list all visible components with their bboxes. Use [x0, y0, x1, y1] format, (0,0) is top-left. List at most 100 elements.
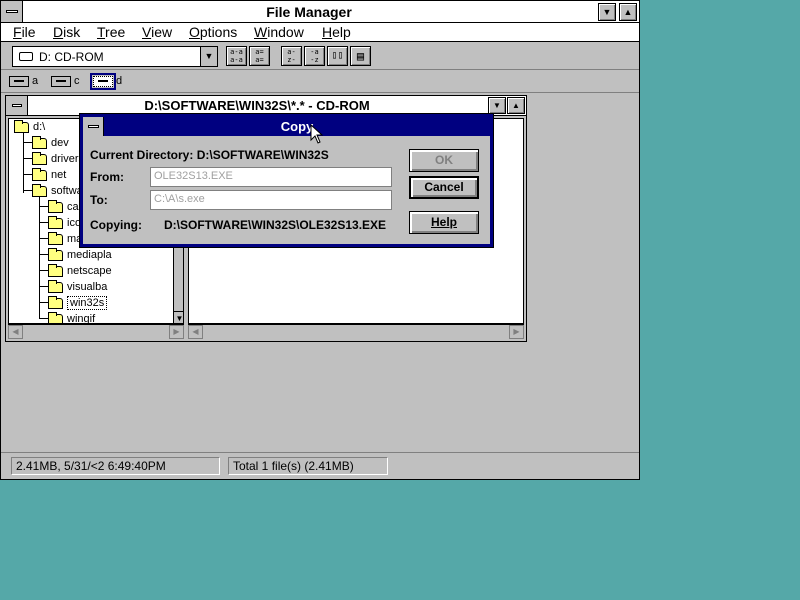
to-field[interactable]: C:\A\s.exe — [150, 190, 392, 210]
menu-options[interactable]: Options — [189, 24, 237, 40]
directory-maximize-button[interactable]: ▲ — [507, 97, 525, 114]
scroll-down-icon[interactable]: ▼ — [174, 311, 183, 323]
status-total: Total 1 file(s) (2.41MB) — [228, 457, 388, 475]
current-directory-label: Current Directory: — [90, 148, 194, 162]
maximize-icon: ▲ — [512, 101, 520, 110]
folder-icon — [48, 215, 63, 229]
copying-label: Copying: — [90, 218, 142, 232]
tree-item-ma[interactable]: ma — [48, 231, 82, 246]
copy-system-menu-button[interactable] — [83, 117, 104, 136]
menu-tree-accel: T — [97, 24, 106, 40]
tree-item-label: dev — [51, 137, 69, 149]
sort-by-name-icon: a- z- — [287, 48, 296, 64]
sort-by-type-button[interactable]: -a -z — [304, 46, 325, 66]
ok-button[interactable]: OK — [409, 149, 479, 172]
menu-help[interactable]: Help — [322, 24, 351, 40]
drive-a[interactable]: a — [7, 72, 40, 90]
tree-item-label: cal — [67, 201, 82, 213]
tree-item-label-selected: win32s — [67, 296, 108, 310]
tree-item-software[interactable]: softwa — [32, 183, 83, 198]
mouse-cursor-icon — [310, 124, 324, 144]
system-menu-icon — [88, 125, 99, 128]
menu-view-rest: iew — [151, 24, 173, 40]
drive-d-label: d — [116, 75, 123, 87]
directory-title-bar[interactable]: D:\SOFTWARE\WIN32S\*.* - CD-ROM ▼ ▲ — [6, 96, 526, 116]
sort-by-name-button[interactable]: a- z- — [281, 46, 302, 66]
menu-help-rest: elp — [332, 24, 351, 40]
tree-item-cal[interactable]: cal — [48, 199, 82, 214]
copy-disk-button[interactable]: ▯▯ — [327, 46, 348, 66]
tree-connector — [39, 206, 48, 207]
system-menu-button[interactable] — [1, 1, 23, 22]
scroll-right-icon[interactable]: ▶ — [169, 325, 184, 339]
sort-by-type-icon: -a -z — [310, 48, 319, 64]
menu-view[interactable]: View — [142, 24, 172, 40]
menu-disk[interactable]: Disk — [53, 24, 80, 40]
tree-item-label: ico — [67, 217, 82, 229]
drive-a-label: a — [32, 75, 39, 87]
cancel-button[interactable]: Cancel — [409, 176, 479, 199]
tree-item-label: mediapla — [67, 249, 112, 261]
tree-item-dev[interactable]: dev — [32, 135, 69, 150]
tree-item-mediapla[interactable]: mediapla — [48, 247, 112, 262]
cd-drive-icon — [90, 72, 116, 90]
tree-connector — [23, 142, 32, 143]
menu-file[interactable]: File — [13, 24, 36, 40]
dropdown-arrow-icon[interactable]: ▼ — [200, 47, 217, 66]
open-folder-icon — [48, 295, 63, 309]
tree-item-label: visualba — [67, 281, 108, 293]
properties-button[interactable]: ▤ — [350, 46, 371, 66]
scroll-right-icon[interactable]: ▶ — [509, 325, 524, 339]
minimize-button[interactable]: ▼ — [598, 3, 616, 21]
tree-item-drivers[interactable]: drivers — [32, 151, 84, 166]
floppy-drive-icon — [9, 75, 29, 87]
folder-icon — [48, 279, 63, 293]
tree-item-netscape[interactable]: netscape — [48, 263, 112, 278]
from-field[interactable]: OLE32S13.EXE — [150, 167, 392, 187]
tree-item-label: net — [51, 169, 67, 181]
menu-options-accel: O — [189, 24, 200, 40]
directory-minimize-button[interactable]: ▼ — [488, 97, 506, 114]
tree-item-root[interactable]: d:\ — [14, 119, 46, 134]
copy-dialog-title-bar[interactable]: Copy — [83, 117, 490, 136]
tree-connector — [23, 190, 32, 191]
menu-help-accel: H — [322, 24, 333, 40]
system-menu-icon — [6, 10, 18, 13]
maximize-icon: ▲ — [623, 7, 633, 17]
help-button[interactable]: Help — [409, 211, 479, 234]
maximize-button[interactable]: ▲ — [619, 3, 637, 21]
directory-system-menu-button[interactable] — [6, 96, 28, 115]
tree-connector — [39, 254, 48, 255]
tree-item-win32s[interactable]: win32s — [48, 295, 108, 310]
copy-dialog-title: Copy — [280, 119, 314, 134]
tree-connector — [23, 174, 32, 175]
tree-item-net[interactable]: net — [32, 167, 67, 182]
drive-d[interactable]: d — [90, 72, 124, 90]
menu-tree[interactable]: Tree — [97, 24, 125, 40]
current-directory-value: D:\SOFTWARE\WIN32S — [196, 148, 329, 162]
folder-icon — [32, 167, 47, 181]
view-details-icon: a= a= — [255, 48, 264, 64]
view-details-button[interactable]: a= a= — [249, 46, 270, 66]
scroll-left-icon[interactable]: ◀ — [8, 325, 23, 339]
scroll-thumb[interactable] — [174, 239, 183, 309]
tree-item-ico[interactable]: ico — [48, 215, 82, 230]
hard-drive-icon — [51, 75, 71, 87]
to-label: To: — [90, 193, 108, 207]
toolbar: D: CD-ROM ▼ a-a a-a a= a= a- z- -a -z ▯▯… — [1, 42, 639, 70]
tree-item-visualba[interactable]: visualba — [48, 279, 108, 294]
minimize-icon: ▼ — [602, 7, 612, 17]
tree-item-wingif[interactable]: wingif — [48, 311, 95, 323]
folder-icon — [48, 247, 63, 261]
title-bar[interactable]: File Manager ▼ ▲ — [1, 1, 639, 23]
file-horizontal-scrollbar[interactable]: ◀ ▶ — [188, 324, 524, 339]
properties-icon: ▤ — [356, 49, 365, 63]
tree-horizontal-scrollbar[interactable]: ◀ ▶ — [8, 324, 184, 339]
view-large-icons-button[interactable]: a-a a-a — [226, 46, 247, 66]
drive-select[interactable]: D: CD-ROM ▼ — [12, 46, 218, 67]
drive-c[interactable]: c — [49, 72, 82, 90]
tree-item-label: d:\ — [33, 121, 46, 133]
menu-window[interactable]: Window — [254, 24, 304, 40]
open-folder-icon — [32, 183, 47, 197]
scroll-left-icon[interactable]: ◀ — [188, 325, 203, 339]
